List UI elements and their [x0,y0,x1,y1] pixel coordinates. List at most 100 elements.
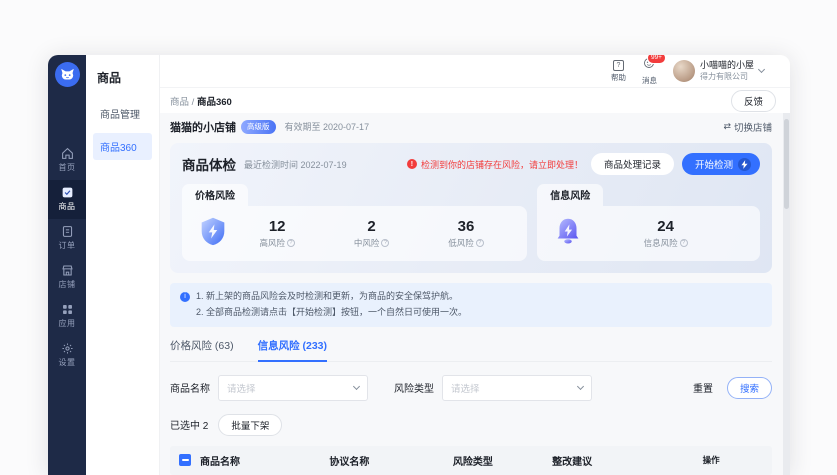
user-name: 小喵喵的小屋 [700,60,754,72]
warning-icon: ! [407,159,417,169]
switch-shop-button[interactable]: ⇄ 切换店铺 [723,120,772,134]
sidebar-item-shop[interactable]: 店铺 [48,258,86,297]
select-all-checkbox[interactable]: ✓ [179,454,191,466]
products-icon [61,186,74,199]
last-check-time: 最近检测时间 2022-07-19 [244,158,399,171]
table-header: ✓ 商品名称 协议名称 风险类型 整改建议 操作 [170,446,772,475]
user-menu[interactable]: 小喵喵的小屋 得力有限公司 [673,60,764,82]
info-tooltip-icon[interactable]: ? [287,239,295,247]
info-tooltip-icon[interactable]: ? [476,239,484,247]
start-check-button[interactable]: 开始检测 [682,153,760,175]
tab-price-risk[interactable]: 价格风险 (63) [170,338,234,361]
sidebar-item-apps[interactable]: 应用 [48,297,86,336]
sidebar-item-label: 商品 [59,201,76,212]
sidebar-item-label: 订单 [59,240,76,251]
batch-offshelf-button[interactable]: 批量下架 [218,414,282,436]
info-tooltip-icon[interactable]: ? [381,239,389,247]
col-header-product: 商品名称 [200,453,329,468]
info-risk-stat: 24 信息风险? [644,218,688,249]
lightning-icon [738,158,751,171]
help-button[interactable]: ? 帮助 [611,60,626,83]
col-header-risk-type: 风险类型 [453,453,552,468]
col-header-actions: 操作 [703,454,772,466]
app-window: 首页 商品 订单 店铺 [48,55,790,475]
content: 猫猫的小店铺 高级版 有效期至 2020-07-17 ⇄ 切换店铺 商品体检 最… [160,113,790,475]
high-risk-stat: 12 高风险? [259,218,295,249]
scrollbar-thumb[interactable] [784,119,789,209]
sidebar-item-settings[interactable]: 设置 [48,336,86,375]
notice-line-1: 1. 新上架的商品风险会及时检测和更新，为商品的安全保驾护航。 [196,289,467,305]
company-name: 得力有限公司 [700,72,754,82]
secondary-sidebar: 商品 商品管理 商品360 [86,55,160,475]
product-name-label: 商品名称 [170,380,210,395]
risk-type-select[interactable]: 请选择 [442,375,592,401]
orders-icon [61,225,74,238]
message-count-badge: 99+ [647,55,666,64]
reset-button[interactable]: 重置 [687,377,719,398]
chevron-down-icon [758,66,765,73]
breadcrumb: 商品 / 商品360 [170,94,232,108]
risk-warning: ! 检测到你的店铺存在风险，请立即处理！ [407,158,583,171]
feedback-button[interactable]: 反馈 [731,90,776,112]
sidebar-item-label: 首页 [59,162,76,173]
sidebar-item-label: 设置 [59,357,76,368]
shop-name: 猫猫的小店铺 [170,119,236,135]
health-check-card: 商品体检 最近检测时间 2022-07-19 ! 检测到你的店铺存在风险，请立即… [170,143,772,273]
risk-tabs: 价格风险 (63) 信息风险 (233) [170,338,772,362]
risk-table: ✓ 商品名称 协议名称 风险类型 整改建议 操作 ✓ 小米Air 12.5 笔记… [170,446,772,475]
health-card-title: 商品体检 [182,154,236,174]
swap-icon: ⇄ [723,121,731,132]
main-area: ? 帮助 99+ 消息 小喵喵的小屋 得力有限公司 商品 / [160,55,790,475]
topbar: ? 帮助 99+ 消息 小喵喵的小屋 得力有限公司 [160,55,790,88]
shop-icon [61,264,74,277]
health-card-header: 商品体检 最近检测时间 2022-07-19 ! 检测到你的店铺存在风险，请立即… [182,153,760,175]
sidebar-nav: 首页 商品 订单 店铺 [48,141,86,375]
scrollbar[interactable] [783,113,790,475]
col-header-suggestion: 整改建议 [552,453,703,468]
bell-icon [551,214,585,253]
col-header-agreement: 协议名称 [329,453,452,468]
medium-risk-stat: 2 中风险? [354,218,390,249]
apps-grid-icon [61,303,74,316]
low-risk-stat: 36 低风险? [448,218,484,249]
filter-row: 商品名称 请选择 风险类型 请选择 重置 搜索 [170,375,772,401]
selection-row: 已选中 2 批量下架 [170,414,772,436]
messages-button[interactable]: 99+ 消息 [642,56,657,86]
notice-banner: i 1. 新上架的商品风险会及时检测和更新，为商品的安全保驾护航。 2. 全部商… [170,283,772,327]
sidebar-item-home[interactable]: 首页 [48,141,86,180]
breadcrumb-parent[interactable]: 商品 [170,97,189,108]
sidebar-item-orders[interactable]: 订单 [48,219,86,258]
selected-count: 已选中 2 [170,417,208,432]
product-name-select[interactable]: 请选择 [218,375,368,401]
primary-sidebar: 首页 商品 订单 店铺 [48,55,86,475]
info-icon: i [180,292,190,302]
info-risk-panel-tab[interactable]: 信息风险 [537,184,603,206]
price-risk-panel: 价格风险 [182,184,527,261]
help-label: 帮助 [611,72,626,83]
sidebar-item-label: 店铺 [59,279,76,290]
messages-label: 消息 [642,75,657,86]
chevron-down-icon [577,383,584,390]
process-record-button[interactable]: 商品处理记录 [591,153,674,175]
shield-icon [196,214,230,253]
price-risk-panel-tab[interactable]: 价格风险 [182,184,248,206]
risk-type-label: 风险类型 [394,380,434,395]
breadcrumb-current: 商品360 [197,97,232,108]
help-icon: ? [613,60,624,71]
submenu-title: 商品 [97,69,152,86]
shop-plan-badge: 高级版 [241,120,276,134]
chevron-down-icon [353,383,360,390]
app-logo-icon[interactable] [55,62,80,87]
shop-row: 猫猫的小店铺 高级版 有效期至 2020-07-17 ⇄ 切换店铺 [170,113,772,140]
tab-info-risk[interactable]: 信息风险 (233) [258,338,327,362]
breadcrumb-row: 商品 / 商品360 反馈 [160,88,790,113]
info-tooltip-icon[interactable]: ? [680,239,688,247]
shop-expiry: 有效期至 2020-07-17 [285,120,370,133]
search-button[interactable]: 搜索 [727,377,772,399]
sidebar-item-products[interactable]: 商品 [48,180,86,219]
submenu-item-product360[interactable]: 商品360 [93,133,152,160]
avatar [673,60,695,82]
breadcrumb-separator: / [189,97,197,108]
home-icon [61,147,74,160]
submenu-item-product-management[interactable]: 商品管理 [93,100,152,127]
